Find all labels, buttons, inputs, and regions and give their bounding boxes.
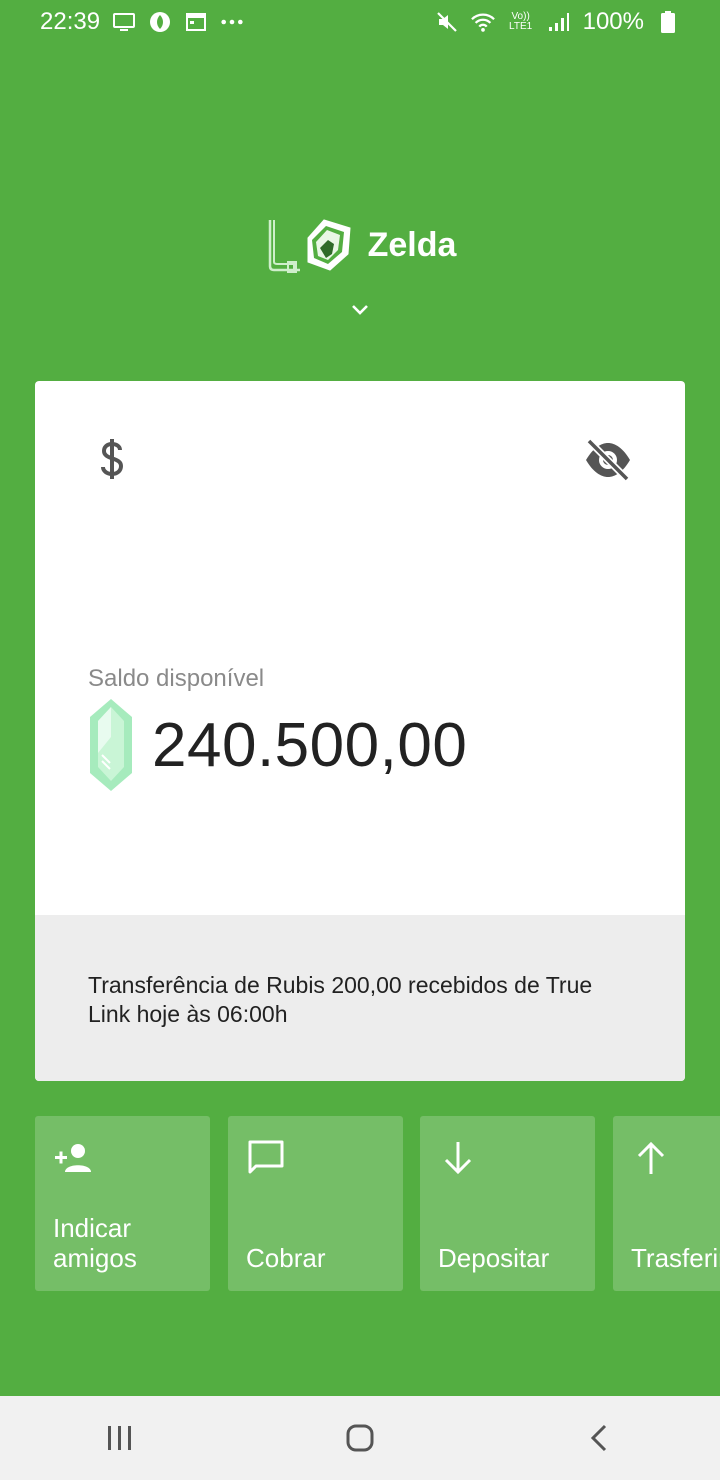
back-button[interactable] <box>580 1418 620 1458</box>
balance-value: 240.500,00 <box>152 710 468 780</box>
balance-label: Saldo disponível <box>88 665 265 692</box>
recent-apps-button[interactable] <box>100 1418 140 1458</box>
status-right: Vo)) LTE1 100% <box>435 8 680 36</box>
leaf-icon <box>148 10 172 34</box>
chat-icon <box>248 1140 284 1174</box>
more-dots-icon <box>220 10 244 34</box>
notice-text: Transferência de Rubis 200,00 recebidos … <box>88 972 593 1027</box>
status-left: 22:39 <box>40 8 244 36</box>
action-label: Cobrar <box>246 1243 326 1273</box>
home-icon <box>346 1424 374 1452</box>
back-icon <box>590 1424 607 1452</box>
balance-row: 240.500,00 <box>88 697 467 793</box>
action-carousel[interactable]: Indicar amigos Cobrar Depositar Trasferi… <box>35 1116 720 1292</box>
calendar-icon <box>184 10 208 34</box>
action-label: Trasferir <box>631 1243 720 1273</box>
charge-button[interactable]: Cobrar <box>228 1116 403 1291</box>
recent-apps-icon <box>108 1426 131 1450</box>
brand-name: Zelda <box>367 225 457 264</box>
balance-card: Saldo disponível 240.500,00 Transferênci… <box>35 381 685 1081</box>
mute-icon <box>435 10 459 34</box>
system-nav-bar <box>0 1396 720 1480</box>
transfer-button[interactable]: Trasferir <box>613 1116 720 1291</box>
volte-label: Vo)) LTE1 <box>509 11 533 32</box>
signal-icon <box>547 10 571 34</box>
status-time: 22:39 <box>40 8 101 35</box>
wifi-icon <box>470 10 495 34</box>
account-selector[interactable]: Zelda <box>0 214 720 276</box>
home-button[interactable] <box>340 1418 380 1458</box>
rupee-icon <box>90 699 132 791</box>
dollar-icon <box>101 439 124 479</box>
action-label: Indicar amigos <box>53 1213 137 1273</box>
last-transaction-notice[interactable]: Transferência de Rubis 200,00 recebidos … <box>35 915 685 1081</box>
arrow-down-icon <box>444 1142 472 1175</box>
refer-friends-button[interactable]: Indicar amigos <box>35 1116 210 1291</box>
action-label: Depositar <box>438 1243 550 1273</box>
battery-icon <box>656 10 680 34</box>
status-bar: 22:39 Vo)) LTE1 100% <box>0 0 720 44</box>
deposit-button[interactable]: Depositar <box>420 1116 595 1291</box>
battery-percent: 100% <box>582 8 644 35</box>
arrow-up-icon <box>637 1141 665 1174</box>
screen-icon <box>112 10 136 34</box>
add-person-icon <box>55 1144 91 1172</box>
chevron-down-icon[interactable] <box>348 298 372 322</box>
brand-logo <box>268 219 351 273</box>
hide-balance-icon[interactable] <box>583 437 633 483</box>
